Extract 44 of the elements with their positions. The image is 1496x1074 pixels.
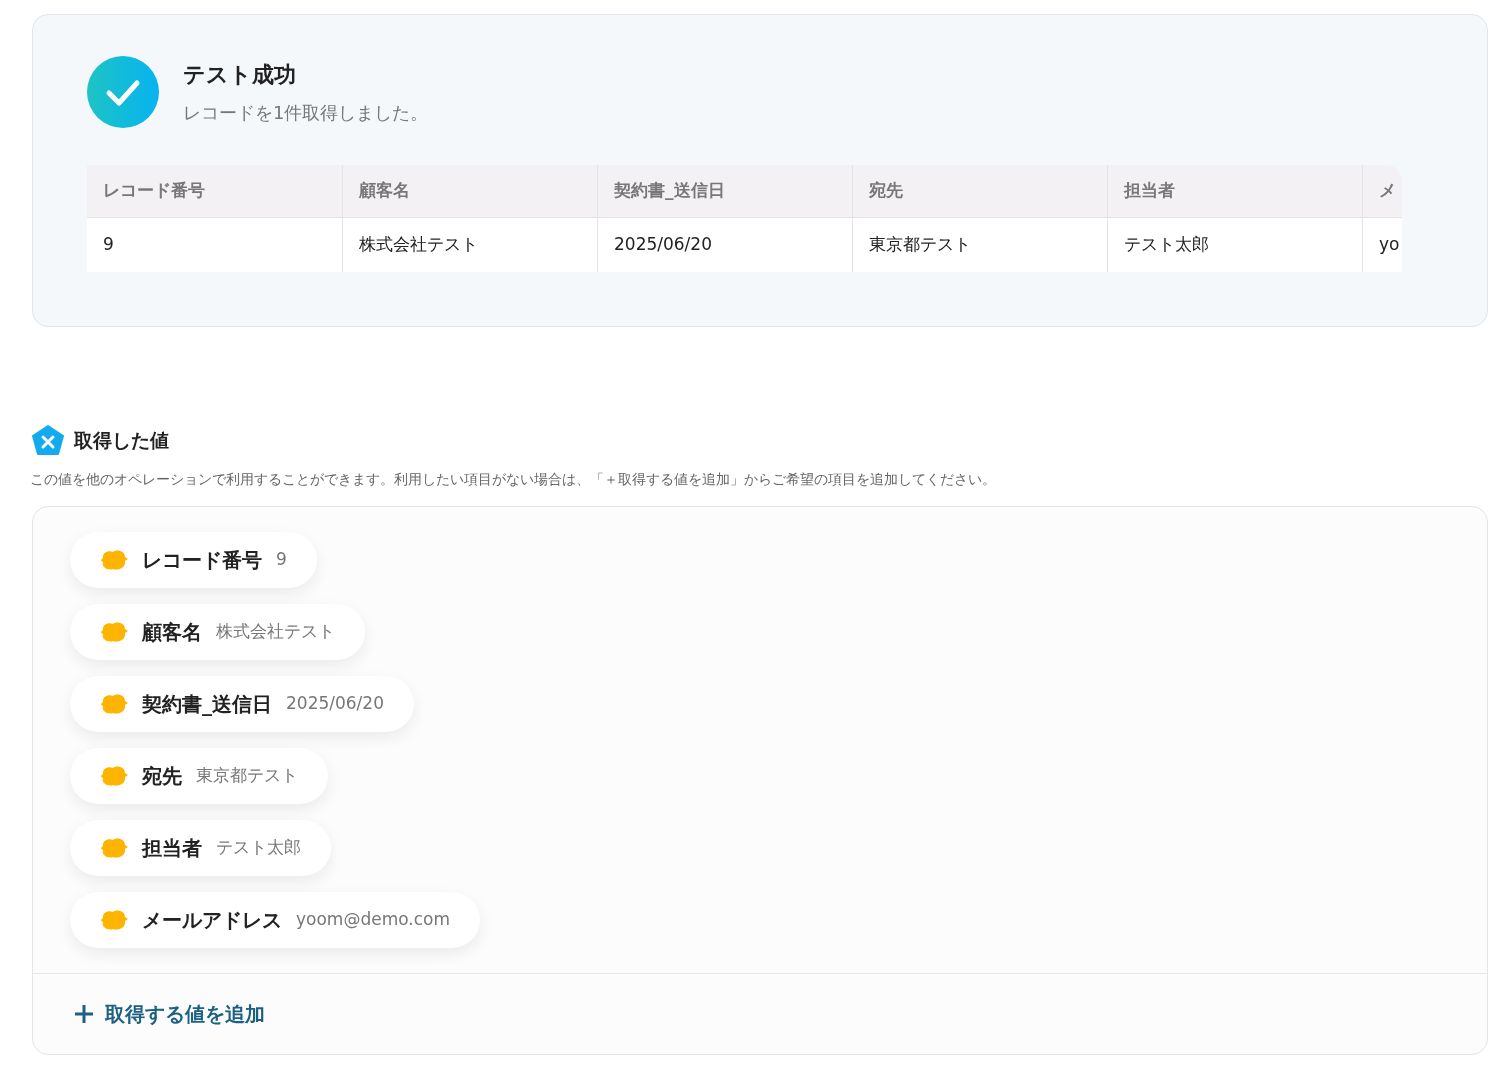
plus-icon bbox=[73, 1003, 95, 1025]
table-cell-text: 9 bbox=[102, 233, 115, 257]
value-chip[interactable]: 顧客名 株式会社テスト bbox=[70, 604, 365, 660]
value-label: 宛先 bbox=[142, 763, 182, 790]
column-header: 担当者 bbox=[1107, 165, 1362, 217]
value-text: 株式会社テスト bbox=[216, 620, 335, 644]
value-text: テスト太郎 bbox=[216, 836, 301, 860]
app-blob-icon bbox=[100, 765, 128, 787]
app-blob-icon bbox=[100, 909, 128, 931]
add-value-button[interactable]: 取得する値を追加 bbox=[73, 999, 265, 1029]
table-cell: テスト太郎 bbox=[1107, 218, 1362, 272]
table-cell: 東京都テスト bbox=[852, 218, 1107, 272]
column-header: レコード番号 bbox=[102, 179, 206, 203]
value-text: yoom@demo.com bbox=[296, 908, 451, 932]
value-chip[interactable]: メールアドレス yoom@demo.com bbox=[70, 892, 481, 948]
result-title: テスト成功 bbox=[183, 61, 297, 89]
column-header: 契約書_送信日 bbox=[597, 165, 852, 217]
table-cell: 2025/06/20 bbox=[597, 218, 852, 272]
value-label: 担当者 bbox=[142, 835, 202, 862]
value-label: メールアドレス bbox=[142, 907, 282, 934]
column-header: 顧客名 bbox=[342, 165, 597, 217]
result-message: レコードを1件取得しました。 bbox=[183, 101, 429, 125]
value-text: 2025/06/20 bbox=[286, 692, 384, 716]
value-label: 顧客名 bbox=[142, 619, 202, 646]
app-blob-icon bbox=[100, 549, 128, 571]
table-cell: yo bbox=[1362, 218, 1402, 272]
section-title: 取得した値 bbox=[74, 427, 169, 453]
column-header: メ bbox=[1362, 165, 1402, 217]
value-chip[interactable]: 宛先 東京都テスト bbox=[70, 748, 328, 804]
value-chip[interactable]: レコード番号 9 bbox=[70, 532, 317, 588]
value-label: 契約書_送信日 bbox=[142, 691, 272, 718]
value-text: 9 bbox=[276, 548, 287, 572]
value-label: レコード番号 bbox=[142, 547, 262, 574]
app-blob-icon bbox=[100, 621, 128, 643]
app-blob-icon bbox=[100, 693, 128, 715]
check-circle-icon bbox=[87, 56, 159, 128]
table-cell: 株式会社テスト bbox=[342, 218, 597, 272]
app-blob-icon bbox=[100, 837, 128, 859]
section-description: この値を他のオペレーションで利用することができます。利用したい項目がない場合は、「＋取得する値を追加」からご希望の項目を追加してください。 bbox=[30, 470, 997, 489]
column-header: 宛先 bbox=[852, 165, 1107, 217]
value-text: 東京都テスト bbox=[196, 764, 298, 788]
app-logo-icon bbox=[32, 425, 64, 455]
value-chip[interactable]: 担当者 テスト太郎 bbox=[70, 820, 331, 876]
value-chip[interactable]: 契約書_送信日 2025/06/20 bbox=[70, 676, 414, 732]
